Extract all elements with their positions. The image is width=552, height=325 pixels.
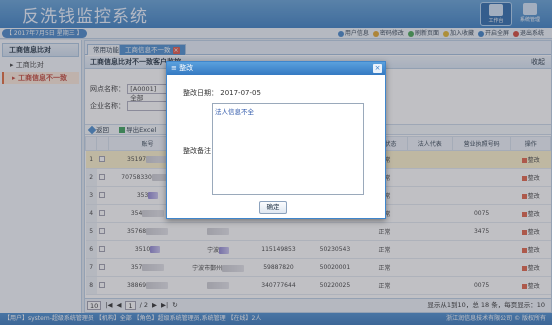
rectify-date-row: 整改日期： 2017-07-05 xyxy=(183,88,261,98)
dialog-title: 整改 xyxy=(179,64,194,72)
rectify-date-label: 整改日期： xyxy=(183,89,218,97)
rectify-dialog: ≡ 整改 × 整改日期： 2017-07-05 整改备注： 法人信息不全 确定 xyxy=(166,61,386,219)
dialog-header: ≡ 整改 × xyxy=(167,62,385,75)
close-dialog-icon[interactable]: × xyxy=(373,64,382,73)
rectify-note-textarea[interactable]: 法人信息不全 xyxy=(212,103,364,195)
rectify-date-value: 2017-07-05 xyxy=(220,89,261,97)
confirm-button[interactable]: 确定 xyxy=(259,201,287,214)
